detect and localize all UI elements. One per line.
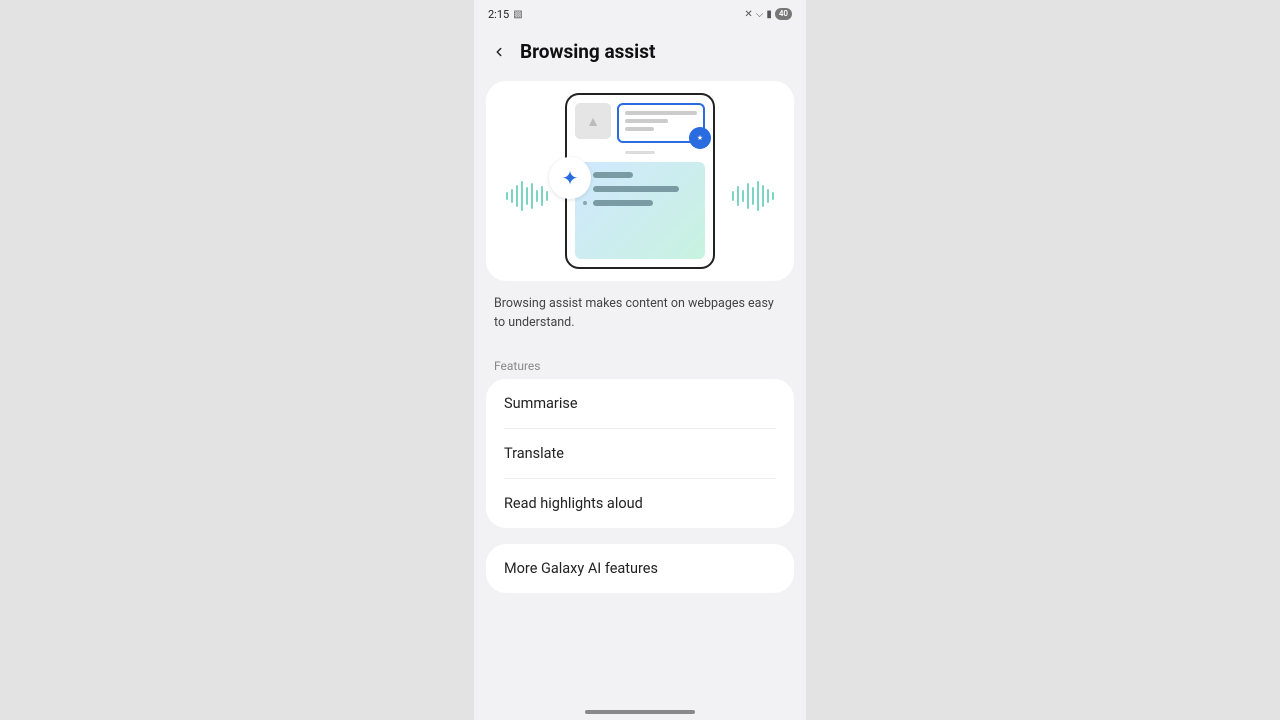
status-time: 2:15: [488, 8, 509, 21]
features-list: Summarise Translate Read highlights alou…: [486, 379, 794, 528]
image-placeholder-icon: ▲: [575, 103, 611, 139]
illustration-card: ▲ ⭑ ✦: [486, 81, 794, 281]
feature-label: Summarise: [504, 395, 578, 412]
summary-panel: [575, 162, 705, 259]
features-section-label: Features: [474, 337, 806, 379]
illustration-phone: ▲ ⭑ ✦: [565, 93, 715, 269]
mute-icon: ✕: [744, 9, 752, 20]
wifi-icon: ⌵: [756, 9, 764, 20]
feature-label: Translate: [504, 445, 564, 462]
phone-screen: 2:15 ▧ ✕ ⌵ ▮ 40 Browsing assist ▲: [474, 0, 806, 720]
status-bar: 2:15 ▧ ✕ ⌵ ▮ 40: [474, 0, 806, 28]
highlight-box: ⭑: [617, 103, 705, 143]
soundwave-left-icon: [506, 181, 548, 211]
soundwave-right-icon: [732, 181, 774, 211]
back-button[interactable]: [490, 43, 508, 61]
more-features-card: More Galaxy AI features: [486, 544, 794, 593]
chevron-left-icon: [492, 45, 506, 59]
page-header: Browsing assist: [474, 28, 806, 81]
sparkle-icon: ✦: [549, 157, 591, 199]
feature-summarise[interactable]: Summarise: [486, 379, 794, 428]
more-galaxy-ai[interactable]: More Galaxy AI features: [486, 544, 794, 593]
feature-translate[interactable]: Translate: [486, 429, 794, 478]
feature-label: Read highlights aloud: [504, 495, 643, 512]
home-indicator[interactable]: [585, 710, 695, 714]
media-icon: ▧: [513, 9, 522, 20]
feature-read-aloud[interactable]: Read highlights aloud: [486, 479, 794, 528]
description-text: Browsing assist makes content on webpage…: [474, 281, 806, 337]
translate-badge-icon: ⭑: [689, 127, 711, 149]
signal-icon: ▮: [766, 9, 772, 20]
page-title: Browsing assist: [520, 40, 655, 63]
more-label: More Galaxy AI features: [504, 560, 658, 577]
battery-pill: 40: [775, 8, 792, 20]
